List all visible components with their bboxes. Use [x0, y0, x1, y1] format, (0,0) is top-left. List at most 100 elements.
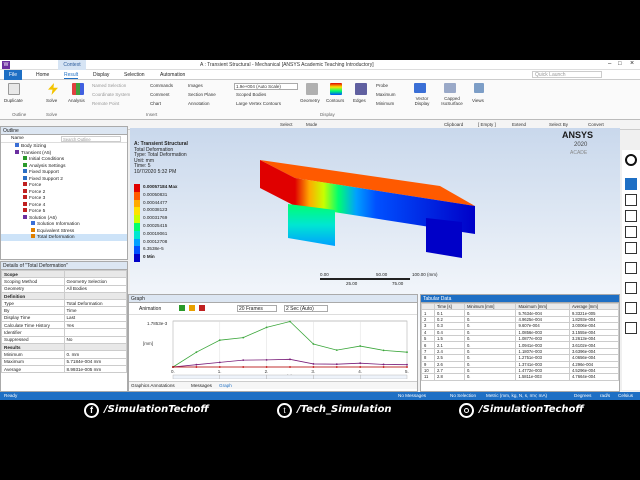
scoped-bodies-button[interactable]: Scoped Bodies — [236, 92, 266, 97]
status-celsius[interactable]: Celsius — [618, 393, 633, 398]
details-row[interactable]: Display Time Last — [1, 313, 127, 323]
extend-button[interactable]: Extend — [512, 122, 526, 127]
analysis-button[interactable]: Analysis — [68, 98, 85, 103]
coordinate-system-button[interactable]: Coordinate System — [92, 92, 130, 97]
details-row[interactable]: Type Total Deformation — [1, 299, 127, 308]
tree-node-icon — [23, 156, 27, 160]
save-icon[interactable] — [625, 322, 637, 334]
group-outline: Outline — [12, 112, 27, 117]
pause-icon[interactable] — [189, 305, 195, 311]
commands-button[interactable]: Commands — [150, 83, 173, 88]
select-by-button[interactable]: Select By — [549, 122, 568, 127]
details-header: Details of "Total Deformation" — [1, 262, 127, 270]
details-row[interactable]: Suppressed No — [1, 335, 127, 344]
series-point — [218, 361, 221, 364]
vector-display-button[interactable]: Vector Display — [410, 96, 434, 106]
capped-isosurface-button[interactable]: Capped IsoSurface — [438, 96, 466, 106]
tabular-row[interactable]: 11 2.8 0. 1.5811e-003 4.7664e-004 — [421, 373, 619, 381]
details-row[interactable]: Average 8.9931e-005 mm — [1, 364, 127, 374]
frames-select[interactable]: 20 Frames — [237, 305, 277, 312]
tab-result[interactable]: Result — [64, 72, 79, 79]
details-row[interactable]: Minimum 0. mm — [1, 350, 127, 359]
details-row[interactable]: Results — [1, 342, 127, 352]
views-button[interactable]: Views — [472, 98, 484, 103]
graph-tab[interactable]: Messages — [191, 383, 212, 388]
details-row[interactable]: Geometry All Bodies — [1, 284, 127, 293]
minimum-button[interactable]: Minimum — [376, 101, 394, 106]
tab-automation[interactable]: Automation — [160, 72, 185, 78]
solve-button[interactable]: Solve — [46, 98, 57, 103]
tab-display[interactable]: Display — [93, 72, 109, 78]
large-vertex-contours-checkbox[interactable]: Large Vertex Contours — [236, 101, 281, 106]
play-icon[interactable] — [179, 305, 185, 311]
details-row[interactable]: Maximum 5.7184e-004 mm — [1, 357, 127, 366]
pointer-icon[interactable] — [625, 194, 637, 206]
contours-button[interactable]: Contours — [326, 98, 344, 103]
outline-item[interactable]: Total Deformation — [1, 234, 127, 241]
eye-icon[interactable] — [625, 178, 637, 190]
close-button[interactable]: × — [630, 60, 634, 67]
status-selection[interactable]: No Selection — [450, 393, 476, 398]
details-row[interactable]: Scoping Method Geometry Selection — [1, 277, 127, 286]
tabular-cell: 0. — [463, 373, 517, 381]
details-row[interactable]: Identifier — [1, 328, 127, 337]
details-row[interactable]: Calculate Time History Yes — [1, 321, 127, 330]
tab-selection[interactable]: Selection — [124, 72, 145, 78]
quick-launch-input[interactable]: Quick Launch — [532, 71, 602, 78]
status-messages[interactable]: No Messages — [398, 393, 426, 398]
graph-plot[interactable]: 0.1.2.3.4.5.1.7853e-3[mm][s] — [129, 315, 417, 380]
convert-button[interactable]: Convert — [588, 122, 604, 127]
outline-item-label: Transient (A5) — [21, 150, 52, 156]
empty-selection[interactable]: [ Empty ] — [478, 122, 496, 127]
graph-tab[interactable]: Graph — [219, 383, 232, 388]
mode-button[interactable]: Mode — [306, 122, 317, 127]
minimize-button[interactable]: – — [608, 61, 611, 67]
outline-search-input[interactable]: Search Outline — [61, 136, 121, 142]
section-plane-button[interactable]: Section Plane — [188, 92, 216, 97]
status-rads[interactable]: rad/s — [600, 393, 610, 398]
annotation-button[interactable]: Annotation — [188, 101, 210, 106]
legend-label: 0.00038123 — [143, 207, 168, 213]
duplicate-button[interactable]: Duplicate — [4, 98, 23, 103]
maximize-button[interactable]: □ — [618, 61, 622, 67]
clipboard-button[interactable]: Clipboard — [444, 122, 463, 127]
pan-icon[interactable] — [625, 210, 637, 222]
details-row[interactable]: Scope — [1, 269, 127, 279]
undo-icon[interactable] — [625, 262, 637, 274]
info-icon[interactable] — [625, 154, 637, 166]
tree-node-icon — [15, 143, 19, 147]
redo-icon[interactable] — [625, 282, 637, 294]
graph-tab[interactable]: Graphics Annotations — [131, 383, 175, 388]
brush-icon[interactable] — [625, 242, 637, 254]
named-selection-button[interactable]: Named Selection — [92, 83, 126, 88]
step-cell — [172, 374, 220, 380]
tab-home[interactable]: Home — [36, 72, 49, 78]
legend-swatch — [134, 199, 140, 208]
status-units[interactable]: Metric (mm, kg, N, s, mV, mA) — [486, 393, 547, 398]
geometry-button[interactable]: Geometry — [300, 98, 320, 103]
pencil-icon[interactable] — [625, 226, 637, 238]
comment-button[interactable]: Comment — [150, 92, 170, 97]
series-point — [218, 366, 221, 368]
maximum-button[interactable]: Maximum — [376, 92, 396, 97]
images-button[interactable]: Images — [188, 83, 203, 88]
scale-select[interactable]: 1.9e+004 (Auto Scale) — [234, 83, 298, 90]
details-value: Geometry Selection — [63, 277, 127, 286]
tab-file[interactable]: File — [4, 70, 23, 80]
series-point — [195, 351, 198, 354]
remote-point-button[interactable]: Remote Point — [92, 101, 119, 106]
probe-button[interactable]: Probe — [376, 83, 388, 88]
details-row[interactable]: By Time — [1, 306, 127, 315]
details-row[interactable]: Definition — [1, 291, 127, 301]
legend-swatch — [134, 254, 140, 262]
edges-button[interactable]: Edges — [353, 98, 366, 103]
stop-icon[interactable] — [199, 305, 205, 311]
chart-button[interactable]: Chart — [150, 101, 161, 106]
delete-icon[interactable] — [625, 302, 637, 314]
duration-select[interactable]: 2 Sec (Auto) — [284, 305, 328, 312]
series-point — [359, 366, 362, 368]
context-tab[interactable]: Context — [58, 60, 86, 70]
select-button[interactable]: Select — [280, 122, 293, 127]
status-degrees[interactable]: Degrees — [574, 393, 591, 398]
details-key: Display Time — [1, 313, 65, 323]
